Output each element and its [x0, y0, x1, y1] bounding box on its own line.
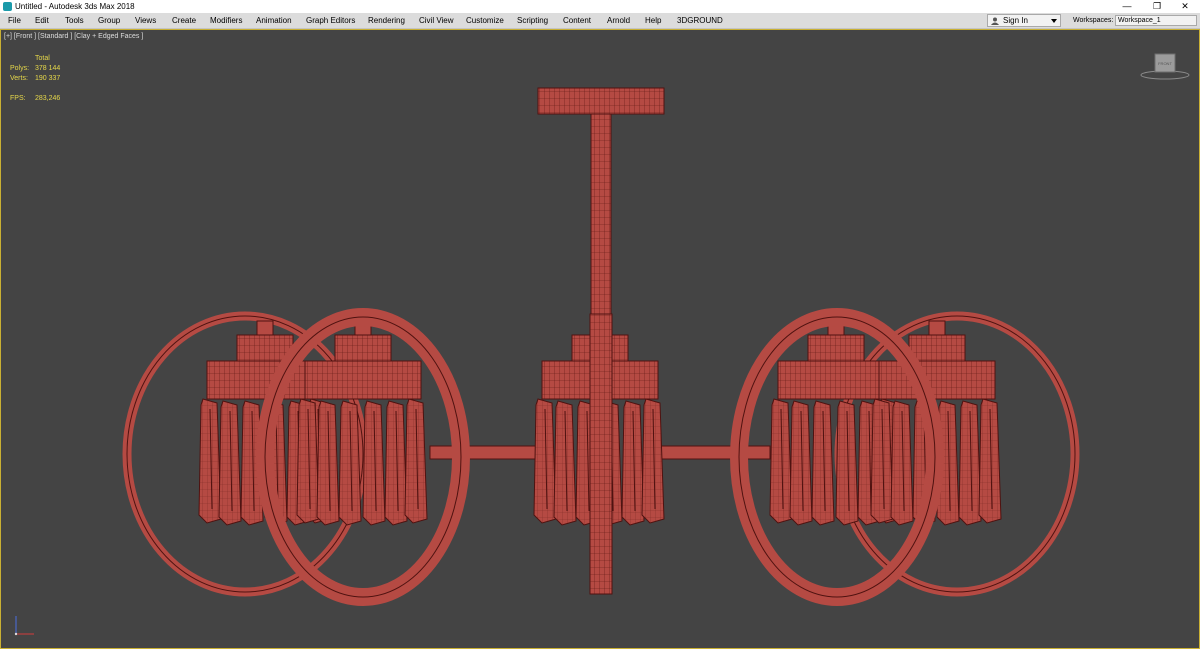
menu-bar: File Edit Tools Group Views Create Modif…	[0, 13, 1200, 29]
menu-tools[interactable]: Tools	[65, 13, 84, 28]
menu-customize[interactable]: Customize	[466, 13, 504, 28]
title-bar: Untitled - Autodesk 3ds Max 2018 — ❐ ✕	[0, 0, 1200, 13]
menu-graph-editors[interactable]: Graph Editors	[306, 13, 355, 28]
close-button[interactable]: ✕	[1170, 0, 1200, 13]
verts-value: 190 337	[35, 75, 61, 82]
user-icon	[991, 17, 999, 25]
menu-file[interactable]: File	[8, 13, 21, 28]
stats-header: Total	[35, 55, 50, 62]
minimize-button[interactable]: —	[1112, 0, 1142, 13]
polys-label: Polys:	[10, 65, 30, 72]
polys-value: 378 144	[35, 65, 61, 72]
workspaces-label: Workspaces:	[1073, 17, 1114, 24]
app-window: Untitled - Autodesk 3ds Max 2018 — ❐ ✕ F…	[0, 0, 1200, 649]
restore-button[interactable]: ❐	[1142, 0, 1172, 13]
menu-3dground[interactable]: 3DGROUND	[677, 13, 723, 28]
model-chandelier	[122, 87, 1080, 606]
menu-arnold[interactable]: Arnold	[607, 13, 630, 28]
sign-in-label: Sign In	[1003, 16, 1028, 25]
menu-content[interactable]: Content	[563, 13, 591, 28]
right-arm	[659, 445, 771, 460]
menu-create[interactable]: Create	[172, 13, 196, 28]
menu-group[interactable]: Group	[98, 13, 120, 28]
axis-gizmo-icon	[14, 616, 34, 636]
menu-views[interactable]: Views	[135, 13, 156, 28]
viewcube-label: FRONT	[1158, 61, 1172, 66]
verts-label: Verts:	[10, 75, 28, 82]
viewcube-icon[interactable]: FRONT	[1140, 51, 1190, 81]
menu-civil-view[interactable]: Civil View	[419, 13, 454, 28]
front-viewport[interactable]: [+] [Front ] [Standard ] [Clay + Edged F…	[0, 29, 1200, 649]
menu-animation[interactable]: Animation	[256, 13, 292, 28]
menu-modifiers[interactable]: Modifiers	[210, 13, 242, 28]
menu-scripting[interactable]: Scripting	[517, 13, 548, 28]
fps-label: FPS:	[10, 95, 26, 102]
window-title: Untitled - Autodesk 3ds Max 2018	[15, 2, 135, 11]
viewport-label[interactable]: [+] [Front ] [Standard ] [Clay + Edged F…	[4, 33, 143, 40]
menu-edit[interactable]: Edit	[35, 13, 49, 28]
3dsmax-app-icon	[3, 2, 12, 11]
workspace-select[interactable]: Workspace_1	[1115, 15, 1197, 26]
fps-value: 283,246	[35, 95, 61, 102]
menu-rendering[interactable]: Rendering	[368, 13, 405, 28]
sign-in-dropdown[interactable]: Sign In	[987, 14, 1061, 27]
menu-help[interactable]: Help	[645, 13, 661, 28]
chevron-down-icon	[1051, 19, 1057, 23]
left-arm	[429, 445, 541, 460]
